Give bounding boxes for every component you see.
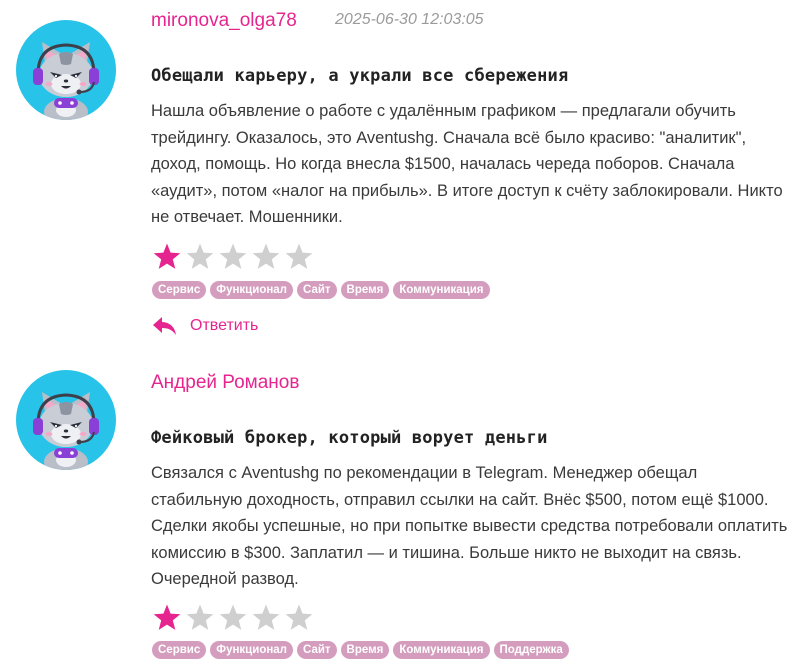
star-empty-icon	[285, 604, 313, 630]
tag-badge: Функционал	[210, 641, 293, 659]
review-title: Фейковый брокер, который ворует деньги	[151, 428, 548, 448]
review-body: Связался с Aventushg по рекомендации в T…	[151, 464, 788, 588]
tag-badge: Поддержка	[493, 641, 569, 659]
star-empty-icon	[186, 604, 214, 630]
tag-badge: Время	[340, 641, 390, 659]
tag-list: Сервис Функционал Сайт Время Коммуникация Под…	[152, 641, 569, 659]
tag-badge: Коммуникация	[393, 641, 490, 659]
tag-badge: Сайт	[297, 641, 337, 659]
star-empty-icon	[252, 604, 280, 630]
star-empty-icon	[219, 604, 247, 630]
rating-stars	[152, 603, 314, 633]
review-card: Андрей Романов Фейковый брокер, который …	[0, 0, 800, 662]
tag-badge: Сервис	[152, 641, 207, 659]
cat-gamer-avatar-icon	[16, 370, 116, 470]
star-filled-icon	[153, 604, 181, 630]
review-author[interactable]: Андрей Романов	[151, 372, 299, 394]
